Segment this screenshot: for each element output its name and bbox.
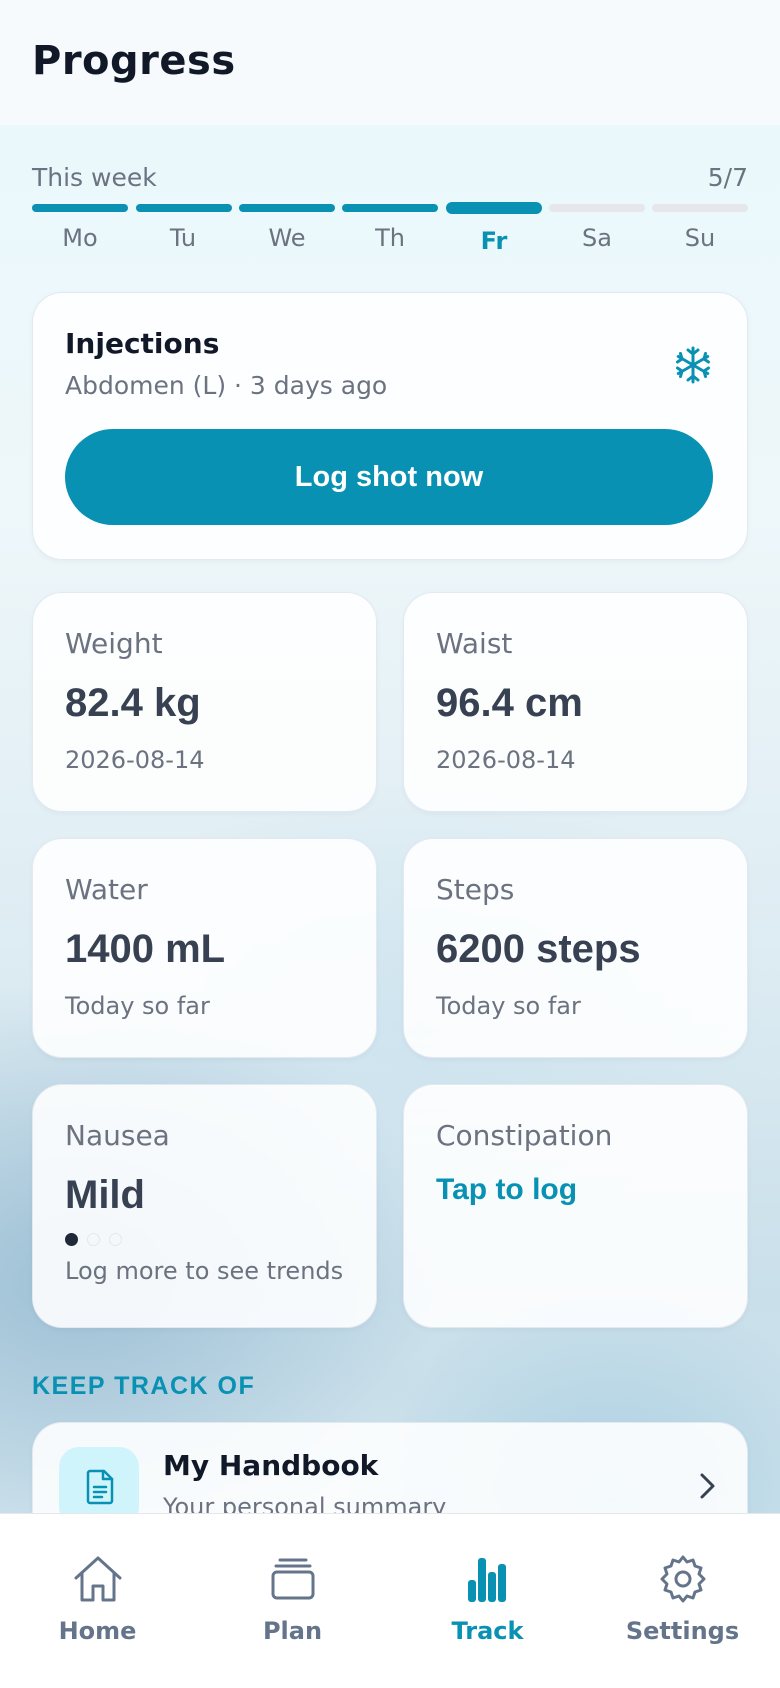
steps-sub: Today so far bbox=[436, 992, 581, 1020]
week-bar-th bbox=[342, 204, 438, 212]
day-label[interactable]: We bbox=[242, 224, 332, 252]
water-card[interactable]: Water 1400 mL Today so far bbox=[32, 838, 377, 1058]
injections-card: Injections Abdomen (L) · 3 days ago Log … bbox=[32, 292, 748, 560]
constipation-log-link[interactable]: Tap to log bbox=[436, 1173, 577, 1207]
nausea-sub: Log more to see trends bbox=[65, 1257, 344, 1285]
day-label[interactable]: Sa bbox=[552, 224, 642, 252]
waist-label: Waist bbox=[436, 627, 513, 660]
day-label-current[interactable]: Fr bbox=[449, 227, 539, 255]
gear-icon bbox=[660, 1555, 705, 1603]
water-sub: Today so far bbox=[65, 992, 210, 1020]
weight-card[interactable]: Weight 82.4 kg 2026-08-14 bbox=[32, 592, 377, 812]
week-bar-fr bbox=[446, 202, 542, 214]
bottom-tab-bar: Home Plan Track Settings bbox=[0, 1513, 780, 1688]
week-label: This week bbox=[32, 163, 157, 192]
constipation-label: Constipation bbox=[436, 1119, 613, 1152]
home-icon bbox=[74, 1556, 121, 1602]
tab-track-label: Track bbox=[451, 1617, 524, 1645]
bar-chart-icon bbox=[467, 1558, 506, 1602]
nausea-card[interactable]: Nausea Mild Log more to see trends bbox=[32, 1084, 377, 1328]
constipation-card[interactable]: Constipation Tap to log bbox=[403, 1084, 748, 1328]
keep-track-heading: KEEP TRACK OF bbox=[32, 1372, 256, 1400]
week-bar-su bbox=[652, 204, 748, 212]
steps-label: Steps bbox=[436, 873, 515, 906]
nausea-label: Nausea bbox=[65, 1119, 170, 1152]
snowflake-icon bbox=[676, 346, 710, 384]
tab-home[interactable]: Home bbox=[0, 1514, 195, 1688]
handbook-title: My Handbook bbox=[163, 1449, 379, 1482]
nausea-value: Mild bbox=[65, 1173, 145, 1217]
tab-settings[interactable]: Settings bbox=[585, 1514, 780, 1688]
week-bar-mo bbox=[32, 204, 128, 212]
chevron-right-icon bbox=[700, 1473, 715, 1499]
tab-track[interactable]: Track bbox=[390, 1514, 585, 1688]
day-label[interactable]: Th bbox=[345, 224, 435, 252]
level-dot bbox=[87, 1233, 100, 1246]
level-dot bbox=[65, 1233, 78, 1246]
injections-subtitle: Abdomen (L) · 3 days ago bbox=[65, 371, 388, 400]
injections-title: Injections bbox=[65, 327, 220, 360]
log-shot-button[interactable]: Log shot now bbox=[65, 429, 713, 525]
weight-label: Weight bbox=[65, 627, 163, 660]
waist-value: 96.4 cm bbox=[436, 681, 583, 725]
waist-card[interactable]: Waist 96.4 cm 2026-08-14 bbox=[403, 592, 748, 812]
waist-date: 2026-08-14 bbox=[436, 746, 576, 774]
tab-home-label: Home bbox=[58, 1617, 137, 1645]
tab-plan[interactable]: Plan bbox=[195, 1514, 390, 1688]
week-bar-sa bbox=[549, 204, 645, 212]
week-bar-tu bbox=[136, 204, 232, 212]
week-bar-we bbox=[239, 204, 335, 212]
level-dot bbox=[109, 1233, 122, 1246]
steps-value: 6200 steps bbox=[436, 927, 641, 971]
water-value: 1400 mL bbox=[65, 927, 226, 971]
tab-settings-label: Settings bbox=[625, 1617, 740, 1645]
week-progress-bars bbox=[32, 202, 748, 216]
app-header: Progress bbox=[0, 0, 780, 125]
steps-card[interactable]: Steps 6200 steps Today so far bbox=[403, 838, 748, 1058]
water-label: Water bbox=[65, 873, 148, 906]
week-count: 5/7 bbox=[707, 163, 748, 192]
page-title: Progress bbox=[32, 38, 236, 84]
day-label[interactable]: Tu bbox=[138, 224, 228, 252]
day-label[interactable]: Su bbox=[655, 224, 745, 252]
tab-plan-label: Plan bbox=[262, 1617, 323, 1645]
weight-value: 82.4 kg bbox=[65, 681, 201, 725]
document-icon bbox=[86, 1469, 114, 1505]
day-label[interactable]: Mo bbox=[35, 224, 125, 252]
stack-icon bbox=[271, 1558, 314, 1600]
weight-date: 2026-08-14 bbox=[65, 746, 205, 774]
